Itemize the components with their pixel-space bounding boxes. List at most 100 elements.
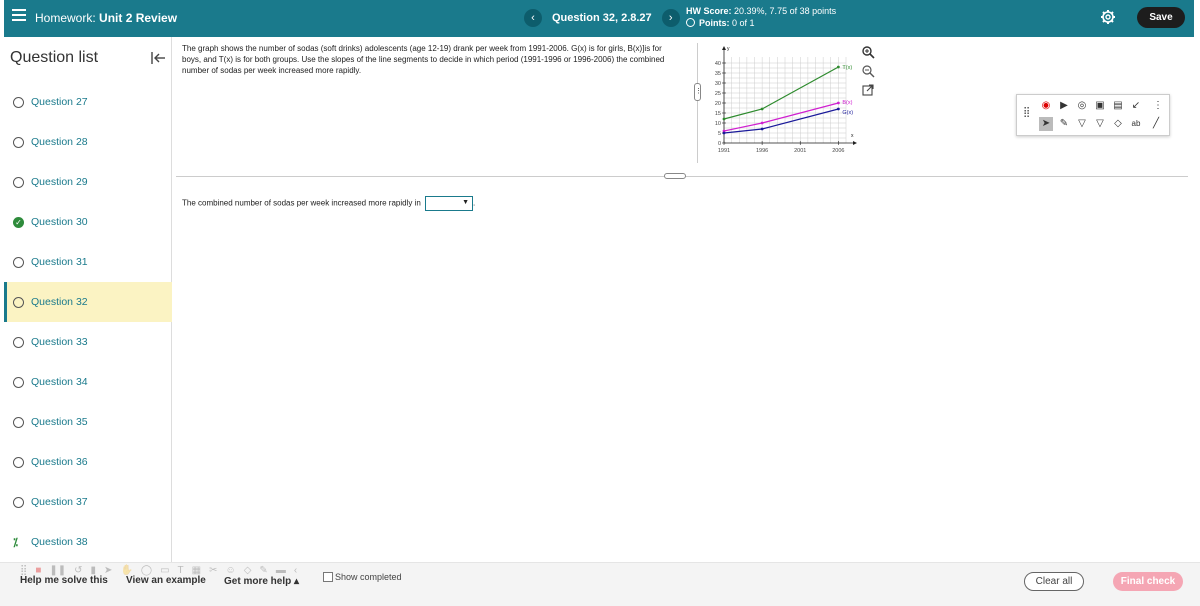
y-tick-label: 25 [715, 91, 721, 97]
question-item-27[interactable]: Question 27 [4, 82, 172, 122]
video-icon: ▬ [275, 564, 286, 576]
horizontal-resize-handle[interactable] [664, 173, 686, 179]
x-axis-arrow [853, 141, 857, 145]
question-item-34[interactable]: Question 34 [4, 362, 172, 402]
highlighter-icon[interactable]: ▽ [1075, 117, 1089, 131]
question-item-37[interactable]: Question 37 [4, 482, 172, 522]
data-point [836, 101, 840, 105]
question-item-35[interactable]: Question 35 [4, 402, 172, 442]
clear-all-button[interactable]: Clear all [1024, 572, 1084, 591]
unanswered-circle-icon [13, 176, 24, 188]
question-item-29[interactable]: Question 29 [4, 162, 172, 202]
pause-icon: ❚❚ [49, 564, 67, 576]
question-item-label: Question 33 [31, 336, 88, 348]
record-icon: ■ [35, 564, 42, 576]
question-item-31[interactable]: Question 31 [4, 242, 172, 282]
play-icon[interactable]: ▶ [1057, 99, 1071, 113]
grip-icon: ⣿ [20, 564, 28, 576]
question-item-label: Question 31 [31, 256, 88, 268]
next-question-button[interactable]: › [661, 9, 680, 27]
marker-icon[interactable]: ▽ [1093, 117, 1107, 131]
trash-icon[interactable]: ▤ [1111, 99, 1125, 113]
hand-icon: ✋ [120, 564, 133, 576]
tools-icon: ✂ [209, 564, 218, 576]
select-icon: ▭ [160, 564, 170, 576]
collapse-sidebar-icon[interactable] [150, 50, 166, 66]
question-item-38[interactable]: ⁒ Question 38 [4, 522, 172, 562]
text-tool-icon[interactable]: ab [1129, 117, 1143, 131]
y-tick-label: 10 [715, 121, 721, 127]
minimize-arrows-icon[interactable]: ↙ [1129, 99, 1143, 113]
emoji-icon: ☺ [225, 564, 236, 576]
question-item-label: Question 38 [31, 536, 88, 548]
get-more-help-button[interactable]: Get more help ▴ [224, 576, 299, 587]
zoom-in-icon[interactable] [861, 45, 875, 59]
answer-period-dropdown[interactable]: ▼ [425, 196, 474, 211]
show-completed-label: Show completed [335, 572, 402, 582]
record-icon[interactable]: ◉ [1039, 99, 1053, 113]
shape-icon: ◯ [140, 564, 153, 576]
data-point [760, 121, 764, 125]
line-tool-icon[interactable]: ╱ [1149, 117, 1163, 131]
series-line-bx [723, 102, 839, 132]
hamburger-menu-icon[interactable] [12, 9, 26, 23]
view-example-button[interactable]: View an example [126, 575, 206, 586]
eye-icon[interactable]: ◎ [1075, 99, 1089, 113]
y-tick-label: 5 [718, 131, 721, 137]
series-line-gx [723, 108, 839, 134]
data-point [760, 127, 764, 131]
question-item-33[interactable]: Question 33 [4, 322, 172, 362]
save-disk-icon[interactable]: ▣ [1093, 99, 1107, 113]
eraser-icon[interactable]: ◇ [1111, 117, 1125, 131]
y-tick-label: 0 [718, 141, 721, 147]
question-item-36[interactable]: Question 36 [4, 442, 172, 482]
previous-question-button[interactable]: ‹ [524, 9, 542, 27]
text-icon: T [177, 564, 184, 576]
zoom-out-icon[interactable] [861, 64, 875, 78]
x-tick-label: 1991 [718, 148, 730, 154]
open-external-icon[interactable] [861, 83, 875, 97]
question-item-label: Question 37 [31, 496, 88, 508]
x-tick-label: 2006 [832, 148, 844, 154]
question-navigator: ‹ Question 32, 2.8.27 › [524, 8, 680, 28]
pen-icon: ✎ [259, 564, 268, 576]
unanswered-circle-icon [13, 376, 24, 388]
question-item-28[interactable]: Question 28 [4, 122, 172, 162]
question-item-30[interactable]: ✓ Question 30 [4, 202, 172, 242]
question-item-32[interactable]: Question 32 [4, 282, 172, 322]
answer-area: The combined number of sodas per week in… [182, 196, 475, 211]
y-tick-label: 40 [715, 61, 721, 67]
more-options-icon[interactable]: ⋮ [1151, 99, 1165, 113]
y-tick-label: 15 [715, 111, 721, 117]
drag-grip-icon[interactable]: ⣿ [1023, 107, 1030, 118]
y-tick-label: 35 [715, 71, 721, 77]
partial-credit-icon: ⁒ [13, 536, 18, 549]
settings-gear-icon[interactable] [1100, 9, 1116, 25]
back-icon: ‹ [293, 564, 298, 576]
show-completed-checkbox[interactable] [323, 572, 333, 582]
series-label: B(x) [842, 100, 852, 106]
soda-line-chart: y x 0 5 10 15 20 25 30 35 40 1991 1996 2001 2006 T(x) B(… [715, 46, 857, 154]
series-label: G(x) [842, 110, 853, 116]
pen-icon[interactable]: ✎ [1057, 117, 1071, 131]
data-point [836, 65, 840, 69]
pointer-icon: ➤ [104, 564, 113, 576]
question-item-label: Question 36 [31, 456, 88, 468]
vertical-resize-handle[interactable]: ⋮ [694, 83, 702, 101]
save-button[interactable]: Save [1137, 7, 1185, 28]
correct-check-icon: ✓ [13, 216, 24, 228]
question-list-sidebar: Question list Question 27 Question 28 Qu… [4, 37, 172, 562]
help-me-solve-button[interactable]: Help me solve this [20, 575, 108, 586]
data-point [760, 107, 764, 111]
unanswered-circle-icon [13, 336, 24, 348]
unanswered-circle-icon [13, 136, 24, 148]
question-text: The graph shows the number of sodas (sof… [182, 44, 665, 75]
show-completed-toggle[interactable]: Show completed [323, 572, 402, 582]
answer-suffix: . [473, 198, 476, 208]
pointer-icon[interactable]: ➤ [1039, 117, 1053, 131]
data-point [722, 117, 726, 121]
homework-title: Homework: Unit 2 Review [35, 11, 177, 25]
final-check-button[interactable]: Final check [1113, 572, 1183, 591]
data-point [836, 107, 840, 111]
hw-score-value: 20.39%, 7.75 of 38 points [734, 6, 837, 16]
